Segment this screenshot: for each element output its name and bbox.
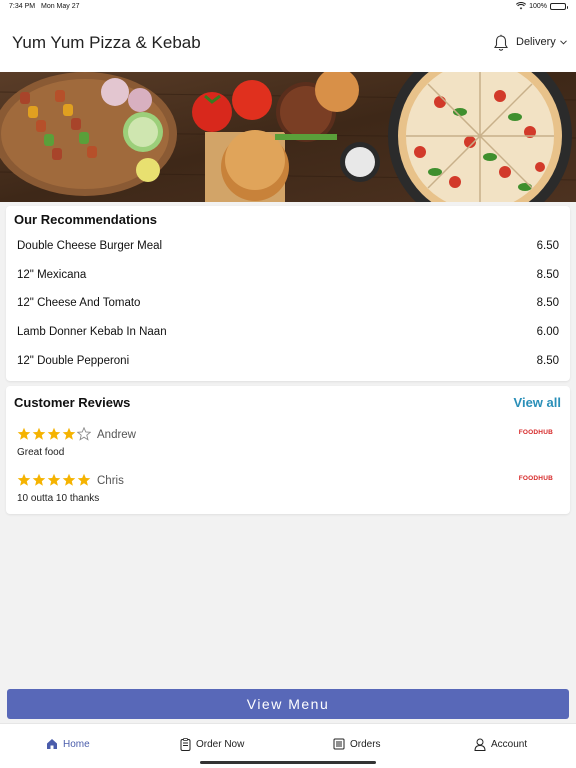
orders-icon bbox=[333, 738, 345, 750]
star-filled-icon bbox=[47, 427, 61, 440]
recommendation-item[interactable]: Double Cheese Burger Meal 6.50 bbox=[6, 232, 570, 261]
star-filled-icon bbox=[62, 473, 76, 486]
star-filled-icon bbox=[32, 427, 46, 440]
status-right: 100% bbox=[516, 2, 568, 10]
reviewer-name: Andrew bbox=[97, 429, 136, 441]
star-filled-icon bbox=[32, 473, 46, 486]
item-name: 12" Mexicana bbox=[17, 268, 87, 281]
item-name: 12" Cheese And Tomato bbox=[17, 297, 141, 310]
tab-home[interactable]: Home bbox=[46, 738, 90, 750]
reviewer-name: Chris bbox=[97, 475, 124, 487]
star-filled-icon bbox=[47, 473, 61, 486]
recommendation-item[interactable]: Lamb Donner Kebab In Naan 6.00 bbox=[6, 318, 570, 347]
star-rating bbox=[17, 473, 91, 487]
recommendations-list: Double Cheese Burger Meal 6.50 12" Mexic… bbox=[6, 232, 570, 375]
app-header: Yum Yum Pizza & Kebab Delivery bbox=[0, 14, 576, 72]
recommendations-title: Our Recommendations bbox=[14, 212, 158, 227]
review-item: Andrew Great food FOODHUB bbox=[6, 427, 570, 471]
recommendation-item[interactable]: 12" Mexicana 8.50 bbox=[6, 261, 570, 290]
reviews-card: Customer Reviews View all Andrew Great f… bbox=[6, 386, 570, 514]
review-item: Chris 10 outta 10 thanks FOODHUB bbox=[6, 473, 570, 517]
view-menu-button[interactable]: View Menu bbox=[7, 689, 569, 719]
star-filled-icon bbox=[17, 427, 31, 440]
item-price: 8.50 bbox=[536, 354, 559, 367]
tab-label: Home bbox=[63, 738, 90, 750]
restaurant-title: Yum Yum Pizza & Kebab bbox=[12, 33, 201, 52]
recommendation-item[interactable]: 12" Double Pepperoni 8.50 bbox=[6, 346, 570, 375]
item-name: Double Cheese Burger Meal bbox=[17, 240, 163, 253]
food-banner-image bbox=[0, 72, 576, 202]
home-icon bbox=[47, 739, 57, 749]
home-indicator[interactable] bbox=[200, 761, 376, 764]
status-date: Mon May 27 bbox=[41, 3, 80, 10]
review-text: 10 outta 10 thanks bbox=[17, 493, 100, 504]
tab-label: Order Now bbox=[196, 739, 245, 750]
tab-label: Account bbox=[491, 739, 528, 750]
foodhub-logo: FOODHUB bbox=[518, 475, 553, 482]
star-filled-icon bbox=[62, 427, 76, 440]
star-filled-icon bbox=[77, 473, 91, 486]
tab-order-now[interactable]: Order Now bbox=[180, 738, 244, 751]
star-empty-icon bbox=[77, 427, 91, 441]
status-time: 7:34 PM bbox=[9, 3, 36, 10]
foodhub-logo: FOODHUB bbox=[518, 429, 553, 436]
battery-icon bbox=[550, 2, 568, 10]
item-price: 8.50 bbox=[536, 268, 559, 281]
view-all-link[interactable]: View all bbox=[514, 395, 561, 410]
star-filled-icon bbox=[17, 473, 31, 486]
recommendations-card: Our Recommendations Double Cheese Burger… bbox=[6, 206, 570, 381]
chevron-down-icon bbox=[559, 39, 567, 45]
bell-icon[interactable] bbox=[493, 34, 509, 52]
delivery-dropdown[interactable]: Delivery bbox=[516, 36, 567, 48]
battery-percent: 100% bbox=[529, 2, 547, 10]
tab-label: Orders bbox=[350, 738, 381, 750]
item-price: 6.50 bbox=[536, 240, 559, 253]
recommendation-item[interactable]: 12" Cheese And Tomato 8.50 bbox=[6, 289, 570, 318]
item-name: 12" Double Pepperoni bbox=[17, 354, 130, 367]
order-icon bbox=[180, 738, 191, 751]
review-text: Great food bbox=[17, 447, 65, 458]
tab-account[interactable]: Account bbox=[474, 738, 527, 751]
tab-orders[interactable]: Orders bbox=[333, 738, 381, 750]
delivery-label: Delivery bbox=[516, 36, 556, 48]
account-icon bbox=[474, 738, 486, 751]
status-bar: 7:34 PM Mon May 27 100% bbox=[0, 0, 576, 14]
star-rating bbox=[17, 427, 91, 441]
item-price: 8.50 bbox=[536, 297, 559, 310]
wifi-icon bbox=[516, 2, 527, 10]
reviews-title: Customer Reviews bbox=[14, 395, 131, 410]
item-name: Lamb Donner Kebab In Naan bbox=[17, 326, 167, 339]
item-price: 6.00 bbox=[536, 326, 559, 339]
